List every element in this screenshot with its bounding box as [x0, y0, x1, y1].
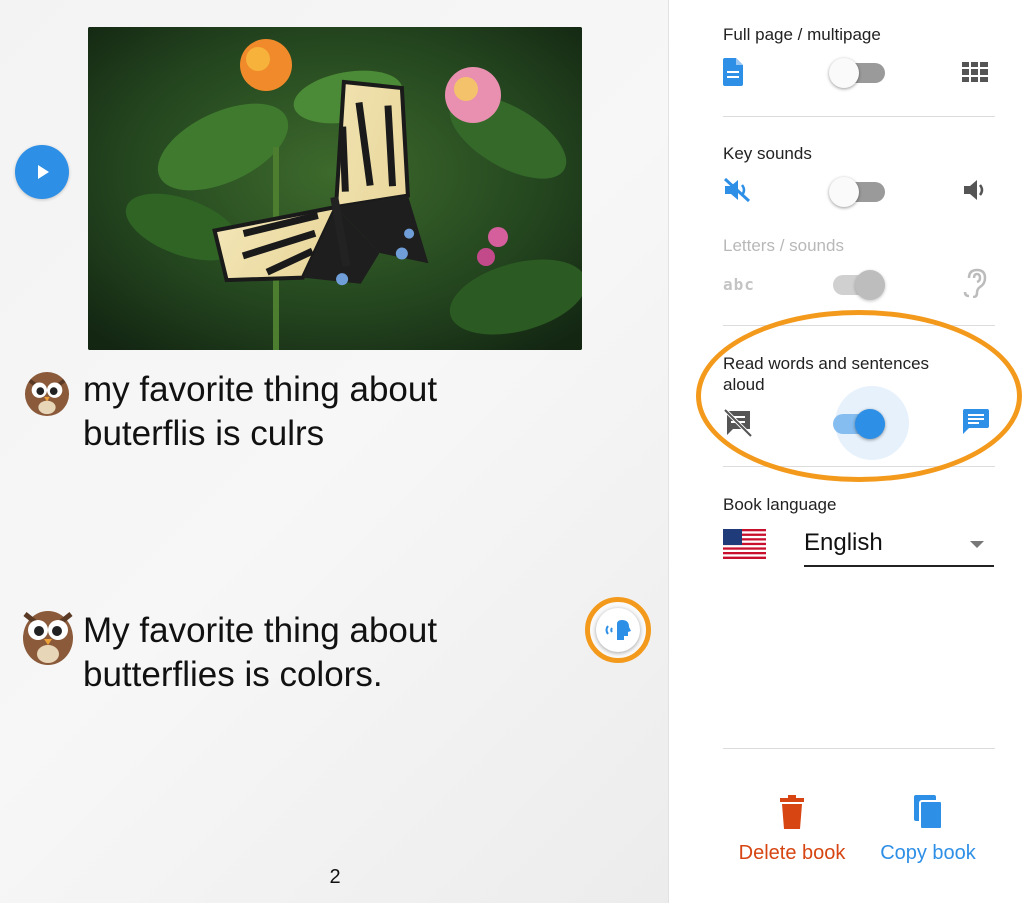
- ear-icon: [955, 267, 995, 298]
- owl-avatar-icon: [23, 611, 73, 665]
- document-icon: [723, 57, 757, 87]
- chevron-down-icon: [970, 541, 984, 548]
- grid-icon: [955, 57, 995, 87]
- student-sentence: my favorite thing about buterflis is cul…: [83, 370, 438, 453]
- delete-book-label: Delete book: [738, 842, 846, 864]
- read-aloud-label: Read words and sentences aloud: [723, 354, 930, 394]
- play-icon: [38, 165, 49, 179]
- butterfly-photo: [88, 27, 582, 350]
- play-button[interactable]: [15, 145, 69, 199]
- abc-icon: abc: [723, 274, 755, 294]
- copy-book-button[interactable]: Copy book: [875, 795, 981, 865]
- book-language-label: Book language: [723, 495, 837, 514]
- speaking-head-icon: [605, 620, 631, 640]
- divider: [723, 116, 995, 117]
- language-select[interactable]: English: [804, 525, 994, 567]
- settings-panel: Full page / multipage Key sounds Letters…: [669, 0, 1024, 903]
- page-number: 2: [329, 866, 341, 888]
- book-page: my favorite thing about buterflis is cul…: [0, 0, 668, 903]
- corrected-sentence: My favorite thing about butterflies is c…: [83, 611, 438, 694]
- speak-inner: [596, 608, 640, 652]
- copy-book-label: Copy book: [880, 842, 976, 864]
- comment-icon: [955, 406, 995, 436]
- us-flag-icon: [723, 529, 766, 559]
- letters-sounds-toggle[interactable]: [829, 267, 885, 301]
- language-value: English: [804, 529, 883, 556]
- copy-icon: [914, 795, 943, 830]
- trash-icon: [780, 795, 804, 829]
- volume-icon: [955, 175, 995, 205]
- delete-book-button[interactable]: Delete book: [733, 795, 851, 865]
- key-sounds-label: Key sounds: [723, 144, 812, 163]
- divider: [723, 325, 995, 326]
- full-page-toggle[interactable]: [829, 55, 885, 89]
- divider: [723, 748, 995, 749]
- butterfly-image: [88, 27, 582, 350]
- key-sounds-toggle[interactable]: [829, 174, 885, 208]
- read-aloud-toggle[interactable]: [829, 406, 885, 440]
- speak-sentence-button[interactable]: [585, 597, 651, 663]
- comment-off-icon: [723, 408, 757, 438]
- owl-avatar-icon: [24, 371, 70, 417]
- mute-icon: [723, 175, 757, 205]
- full-page-label: Full page / multipage: [723, 25, 881, 44]
- letters-sounds-label: Letters / sounds: [723, 236, 844, 255]
- divider: [723, 466, 995, 467]
